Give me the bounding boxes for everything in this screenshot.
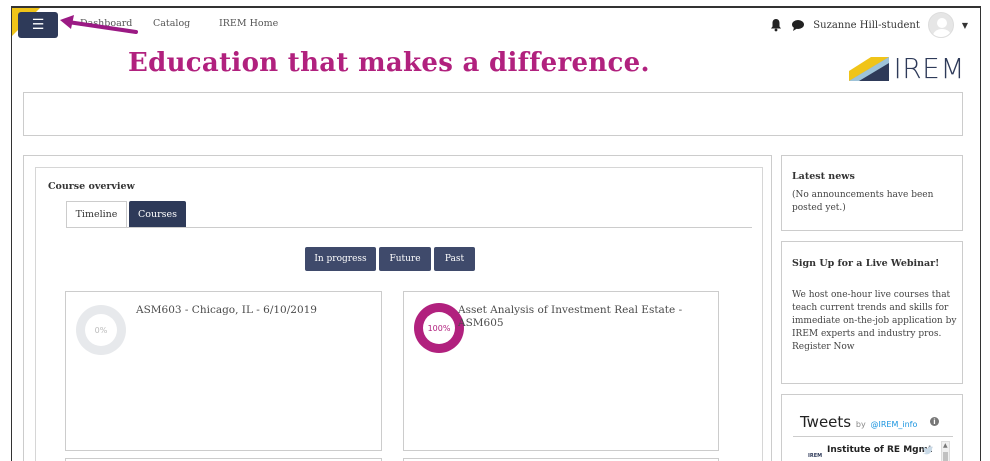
- tweet-avatar-logo: IREM: [808, 453, 823, 459]
- course-title-link[interactable]: ASM603 - Chicago, IL - 6/10/2019: [136, 304, 371, 317]
- scroll-up-icon[interactable]: ▲: [943, 442, 948, 449]
- latest-news-block: Latest news (No announcements have been …: [781, 155, 963, 231]
- banner-region: [23, 92, 963, 136]
- tab-timeline[interactable]: Timeline: [66, 201, 127, 228]
- chat-icon[interactable]: [791, 18, 805, 32]
- nav-link-irem-home[interactable]: IREM Home: [219, 18, 278, 29]
- filter-in-progress-button[interactable]: In progress: [305, 247, 376, 271]
- logo-text: IREM: [893, 52, 965, 85]
- webinar-title: Sign Up for a Live Webinar!: [792, 258, 940, 269]
- caret-down-icon[interactable]: ▼: [962, 21, 968, 30]
- progress-ring: 100%: [414, 303, 464, 353]
- info-icon[interactable]: i: [930, 417, 939, 426]
- progress-label: 100%: [423, 312, 455, 344]
- tweet-timeline[interactable]: IREM Institute of RE Mgmt ▲: [793, 436, 953, 461]
- irem-logo: IREM: [849, 52, 965, 85]
- progress-label: 0%: [85, 314, 117, 346]
- tweets-header: Tweets by @IREM_info: [800, 413, 917, 431]
- tab-courses[interactable]: Courses: [129, 201, 186, 228]
- nav-link-catalog[interactable]: Catalog: [153, 18, 190, 29]
- course-card[interactable]: 0% ASM603 - Chicago, IL - 6/10/2019: [65, 291, 382, 451]
- page-headline: Education that makes a difference.: [128, 48, 650, 78]
- filter-future-button[interactable]: Future: [379, 247, 431, 271]
- course-title-link[interactable]: Asset Analysis of Investment Real Estate…: [458, 304, 708, 330]
- filter-past-button[interactable]: Past: [434, 247, 475, 271]
- annotation-arrow-icon: [60, 15, 138, 34]
- scrollbar-thumb[interactable]: [943, 452, 948, 461]
- twitter-bird-icon: [923, 446, 933, 455]
- latest-news-text: (No announcements have been posted yet.): [792, 190, 934, 213]
- latest-news-title: Latest news: [792, 171, 855, 182]
- tab-divider: [66, 227, 752, 228]
- webinar-text: We host one-hour live courses that teach…: [792, 290, 957, 339]
- hamburger-menu-button[interactable]: ☰: [18, 12, 58, 38]
- tweets-title: Tweets: [800, 413, 852, 431]
- progress-ring: 0%: [76, 305, 126, 355]
- irem-logo-mark-icon: [849, 56, 890, 81]
- webinar-description: We host one-hour live courses that teach…: [792, 289, 957, 354]
- tweets-handle-link[interactable]: @IREM_info: [870, 420, 917, 429]
- tweet-scrollbar[interactable]: ▲: [941, 441, 950, 461]
- user-name[interactable]: Suzanne Hill-student: [813, 20, 920, 31]
- register-now-link[interactable]: Register Now: [792, 342, 854, 352]
- tweet-author-name[interactable]: Institute of RE Mgmt: [827, 445, 932, 455]
- avatar[interactable]: [927, 12, 954, 38]
- user-menu-area: Suzanne Hill-student ▼: [769, 11, 968, 39]
- tweets-by-label: by: [855, 420, 866, 429]
- course-card[interactable]: 100% Asset Analysis of Investment Real E…: [403, 291, 719, 451]
- webinar-block: Sign Up for a Live Webinar! We host one-…: [781, 241, 963, 384]
- hamburger-icon: ☰: [31, 17, 45, 33]
- course-overview-title: Course overview: [48, 181, 135, 192]
- bell-icon[interactable]: [769, 18, 783, 32]
